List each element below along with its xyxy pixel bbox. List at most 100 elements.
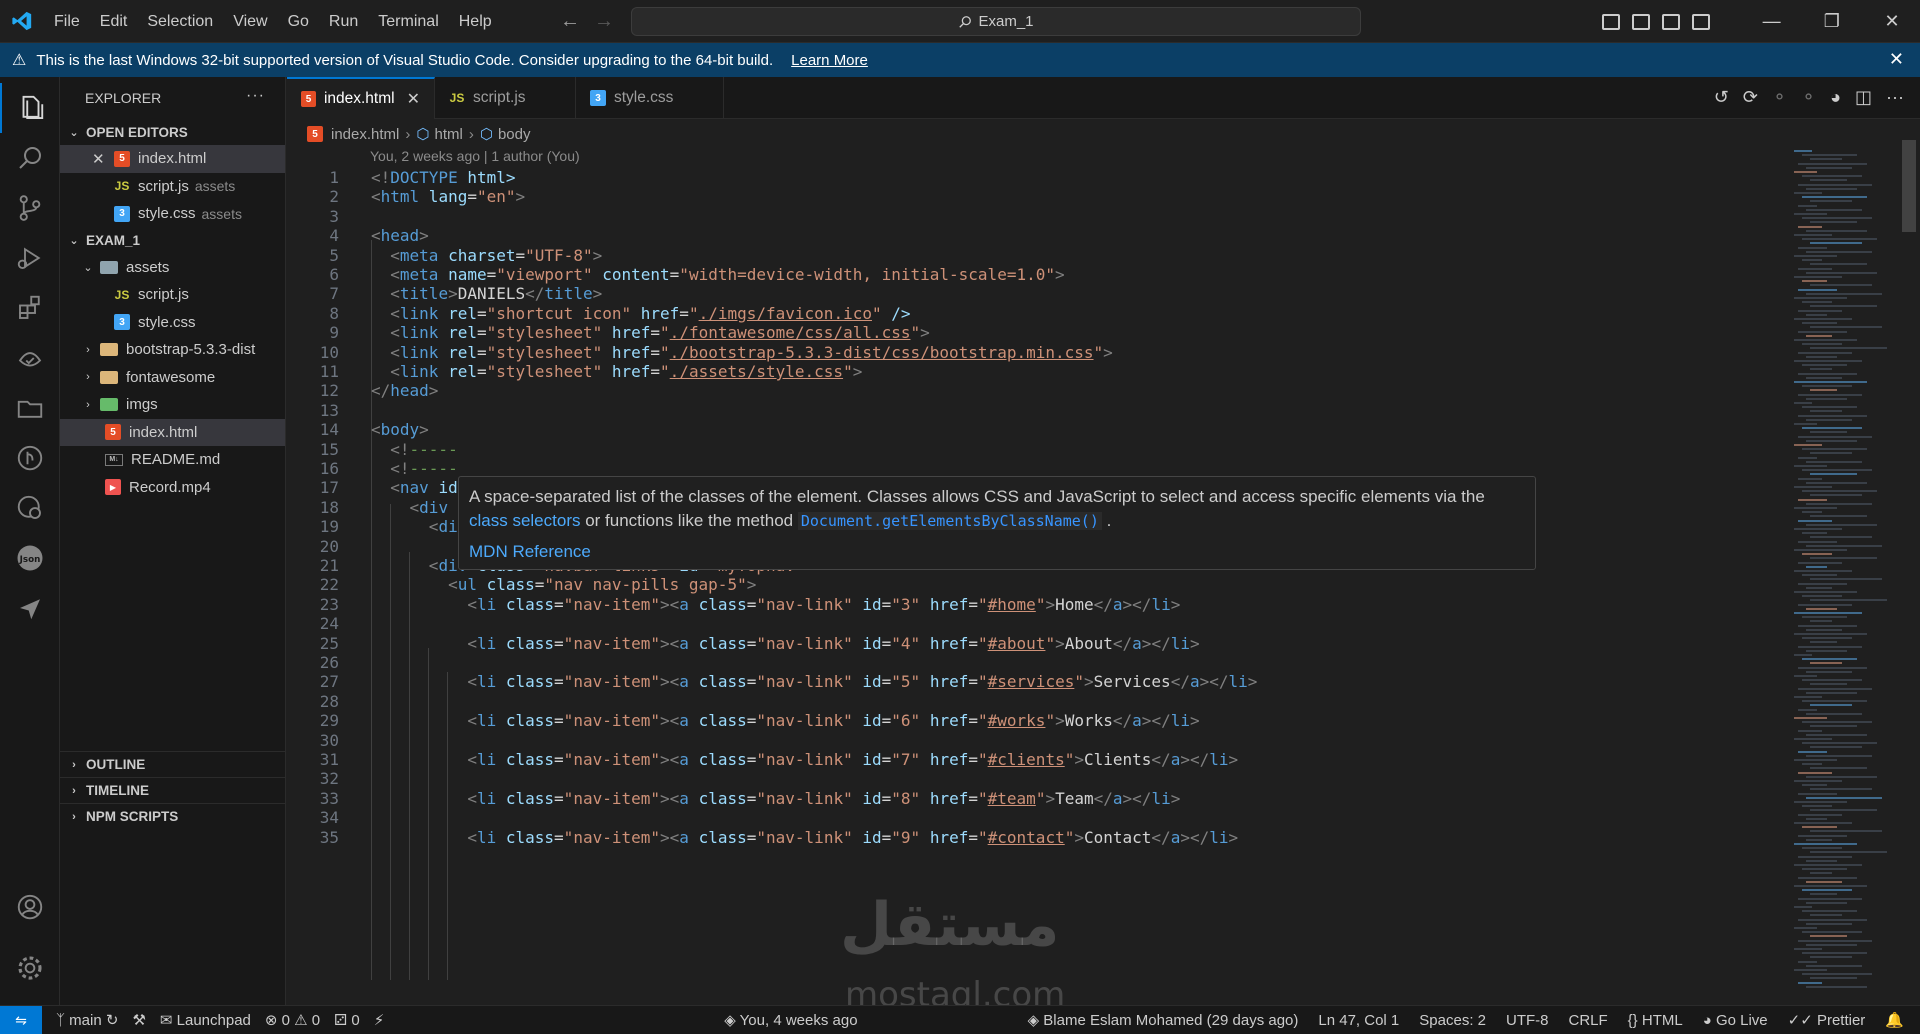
git-graph-icon[interactable]	[0, 433, 60, 483]
search-sidebar-icon[interactable]	[0, 133, 60, 183]
blame-author-status[interactable]: ◈ Blame Eslam Mohamed (29 days ago)	[1028, 1011, 1299, 1029]
menu-edit[interactable]: Edit	[90, 0, 138, 43]
close-banner-icon[interactable]: ✕	[1889, 49, 1904, 70]
breadcrumb-file[interactable]: index.html	[331, 126, 399, 143]
project-section[interactable]: ⌄ EXAM_1	[60, 228, 285, 254]
tab-index-html[interactable]: 5 index.html ✕	[287, 77, 435, 119]
tree-file-readme[interactable]: M↓ README.md	[60, 446, 285, 474]
command-center-search[interactable]: Exam_1	[631, 7, 1361, 36]
tab-script-js[interactable]: JS script.js	[435, 77, 576, 119]
json-icon[interactable]: Json	[0, 533, 60, 583]
minimap-line	[1810, 641, 1837, 644]
customize-layout-icon[interactable]	[1691, 13, 1710, 30]
breadcrumb-body[interactable]: body	[498, 126, 531, 143]
extensions-icon[interactable]	[0, 283, 60, 333]
more-actions-icon[interactable]: ···	[246, 87, 265, 105]
menu-file[interactable]: File	[44, 0, 90, 43]
open-editor-style-css[interactable]: 3 style.css assets	[60, 200, 285, 228]
minimap-line	[1798, 666, 1867, 669]
toggle-secondary-sidebar-icon[interactable]	[1661, 13, 1680, 30]
tree-file-style-css[interactable]: 3 style.css	[60, 309, 285, 337]
learn-more-link[interactable]: Learn More	[791, 52, 868, 69]
launchpad-status[interactable]: ✉ Launchpad	[160, 1011, 251, 1029]
split-editor-icon[interactable]: ◫	[1855, 87, 1872, 108]
open-editor-script-js[interactable]: JS script.js assets	[60, 173, 285, 201]
prettier-status[interactable]: ✓✓ Prettier	[1788, 1011, 1866, 1029]
vertical-scrollbar[interactable]	[1902, 140, 1916, 232]
codelens-blame[interactable]: You, 2 weeks ago | 1 author (You)	[370, 148, 580, 164]
tree-file-record-mp4[interactable]: ▶ Record.mp4	[60, 474, 285, 502]
notifications-bell-icon[interactable]: 🔔	[1885, 1011, 1904, 1029]
indentation[interactable]: Spaces: 2	[1419, 1012, 1486, 1029]
tree-file-index-html[interactable]: 5 index.html	[60, 418, 285, 446]
breadcrumb-html[interactable]: html	[434, 126, 462, 143]
minimap-line	[1810, 200, 1852, 203]
source-control-icon[interactable]	[0, 183, 60, 233]
accounts-icon[interactable]	[0, 882, 60, 932]
tree-folder-fontawesome[interactable]: › fontawesome	[60, 364, 285, 392]
close-editor-icon[interactable]: ✕	[92, 150, 108, 168]
minimap[interactable]	[1790, 150, 1902, 1000]
more-actions-icon[interactable]: ···	[1886, 87, 1904, 108]
language-mode[interactable]: {} HTML	[1628, 1012, 1683, 1029]
lightning-icon[interactable]: ⚡	[374, 1011, 385, 1029]
tab-label: index.html	[323, 90, 395, 107]
menu-selection[interactable]: Selection	[137, 0, 223, 43]
mdn-reference-link[interactable]: MDN Reference	[469, 540, 1525, 564]
minimize-icon[interactable]: —	[1744, 11, 1800, 32]
code-editor[interactable]: 1 <!DOCTYPE html> 2 <html lang="en"> 3 4 <head…	[287, 168, 1787, 1000]
testing-icon[interactable]	[0, 333, 60, 383]
next-change-icon[interactable]: ⚬	[1801, 87, 1816, 108]
remote-explorer-icon[interactable]	[0, 483, 60, 533]
close-tab-icon[interactable]: ✕	[407, 89, 420, 109]
toggle-panel-icon[interactable]	[1631, 13, 1650, 30]
encoding[interactable]: UTF-8	[1506, 1012, 1549, 1029]
go-live-icon[interactable]: ◕	[1830, 87, 1841, 108]
forward-arrow-icon[interactable]: →	[594, 10, 614, 33]
menu-view[interactable]: View	[223, 0, 277, 43]
html-file-icon: 5	[307, 126, 323, 142]
folder-icon[interactable]	[0, 383, 60, 433]
tree-folder-imgs[interactable]: › imgs	[60, 391, 285, 419]
chevron-right-icon: ›	[72, 810, 76, 823]
tree-folder-bootstrap[interactable]: › bootstrap-5.3.3-dist	[60, 336, 285, 364]
minimap-line	[1806, 565, 1827, 568]
explorer-icon[interactable]	[0, 83, 60, 133]
run-debug-icon[interactable]	[0, 233, 60, 283]
tree-file-script-js[interactable]: JS script.js	[60, 281, 285, 309]
line-ending[interactable]: CRLF	[1569, 1012, 1608, 1029]
previous-change-icon[interactable]: ⚬	[1772, 87, 1787, 108]
tree-folder-assets[interactable]: ⌄ assets	[60, 254, 285, 282]
remote-indicator-icon[interactable]: ⇋	[0, 1006, 42, 1034]
menu-help[interactable]: Help	[449, 0, 502, 43]
menu-terminal[interactable]: Terminal	[368, 0, 448, 43]
minimap-line	[1810, 242, 1862, 245]
tab-style-css[interactable]: 3 style.css	[576, 77, 724, 119]
menu-run[interactable]: Run	[319, 0, 368, 43]
cursor-position[interactable]: Ln 47, Col 1	[1318, 1012, 1399, 1029]
git-graph-status-icon[interactable]: ⚒	[132, 1011, 145, 1029]
open-editor-index-html[interactable]: ✕ 5 index.html	[60, 145, 285, 173]
open-changes-icon[interactable]: ⟳	[1743, 87, 1758, 108]
back-arrow-icon[interactable]: ←	[560, 10, 580, 33]
send-icon[interactable]	[0, 583, 60, 633]
restore-icon[interactable]: ❐	[1804, 11, 1860, 32]
branch-status[interactable]: ᛉ main ↻	[56, 1011, 118, 1029]
class-selectors-link[interactable]: class selectors	[469, 511, 580, 530]
code-text: <li class="nav-item"><a class="nav-link"…	[467, 672, 1258, 692]
timeline-section[interactable]: › TIMELINE	[60, 777, 286, 803]
minimap-line	[1810, 326, 1882, 329]
npm-scripts-section[interactable]: › NPM SCRIPTS	[60, 803, 286, 829]
ports-status[interactable]: ⚂ 0	[334, 1011, 360, 1029]
settings-gear-icon[interactable]	[0, 943, 60, 993]
blame-status[interactable]: ◈ You, 4 weeks ago	[724, 1011, 857, 1029]
problems-status[interactable]: ⊗ 0 ⚠ 0	[265, 1011, 320, 1029]
close-window-icon[interactable]: ✕	[1864, 11, 1920, 32]
menu-go[interactable]: Go	[278, 0, 319, 43]
outline-section[interactable]: › OUTLINE	[60, 751, 286, 777]
go-live-status[interactable]: ◕ Go Live	[1703, 1012, 1768, 1029]
go-live-label: Go Live	[1715, 1011, 1768, 1029]
open-editors-section[interactable]: ⌄ OPEN EDITORS	[60, 119, 285, 145]
timeline-history-icon[interactable]: ↺	[1714, 87, 1729, 108]
toggle-primary-sidebar-icon[interactable]	[1601, 13, 1620, 30]
